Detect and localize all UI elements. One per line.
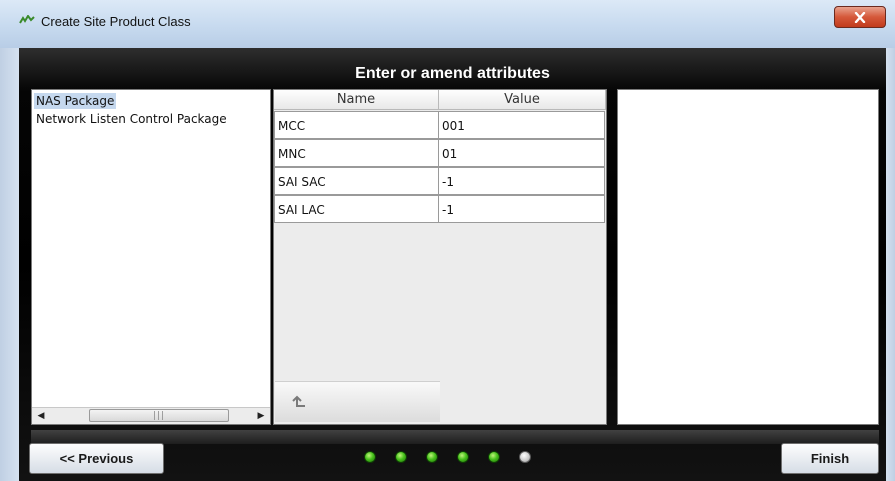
page-title: Enter or amend attributes xyxy=(355,65,550,82)
previous-button[interactable]: << Previous xyxy=(29,443,164,474)
wizard-progress xyxy=(364,451,531,465)
description-panel xyxy=(617,89,879,425)
attribute-value-cell[interactable]: -1 xyxy=(438,195,605,223)
package-list[interactable]: NAS Package Network Listen Control Packa… xyxy=(31,89,271,425)
finish-button[interactable]: Finish xyxy=(781,443,879,474)
table-row[interactable]: SAI LAC -1 xyxy=(274,195,605,223)
step-indicator-current xyxy=(519,451,531,463)
window-title: Create Site Product Class xyxy=(41,14,191,29)
attribute-name-cell: MCC xyxy=(274,111,439,139)
window-frame-left xyxy=(0,48,19,481)
scroll-left-icon[interactable]: ◀ xyxy=(33,408,49,424)
step-indicator-done xyxy=(457,451,469,463)
close-icon xyxy=(854,11,866,23)
column-header-name[interactable]: Name xyxy=(274,90,439,110)
table-header: Name Value xyxy=(274,90,606,110)
table-row[interactable]: SAI SAC -1 xyxy=(274,167,605,195)
horizontal-scrollbar[interactable]: ◀ ||| ▶ xyxy=(32,407,270,424)
step-indicator-done xyxy=(488,451,500,463)
attribute-value-cell[interactable]: 001 xyxy=(438,111,605,139)
attribute-name-cell: SAI LAC xyxy=(274,195,439,223)
package-item-network-listen-control[interactable]: Network Listen Control Package xyxy=(34,111,229,127)
attribute-value-cell[interactable]: 01 xyxy=(438,139,605,167)
step-indicator-done xyxy=(426,451,438,463)
attribute-name-cell: MNC xyxy=(274,139,439,167)
column-header-value[interactable]: Value xyxy=(439,90,606,110)
package-item-nas[interactable]: NAS Package xyxy=(34,93,117,109)
attributes-table: Name Value MCC 001 MNC 01 SAI SAC -1 SAI… xyxy=(273,89,607,425)
move-up-button[interactable] xyxy=(275,381,440,422)
window-titlebar: Create Site Product Class xyxy=(0,0,895,48)
table-row[interactable]: MCC 001 xyxy=(274,111,605,139)
move-up-icon xyxy=(287,390,311,414)
panel-reflection xyxy=(31,430,879,444)
scrollbar-thumb[interactable]: ||| xyxy=(89,409,229,422)
attribute-name-cell: SAI SAC xyxy=(274,167,439,195)
step-indicator-done xyxy=(364,451,376,463)
attribute-value-cell[interactable]: -1 xyxy=(438,167,605,195)
close-button[interactable] xyxy=(834,6,886,28)
scroll-right-icon[interactable]: ▶ xyxy=(253,408,269,424)
table-row[interactable]: MNC 01 xyxy=(274,139,605,167)
java-app-icon xyxy=(19,15,35,24)
window-frame-right xyxy=(886,48,895,481)
step-indicator-done xyxy=(395,451,407,463)
